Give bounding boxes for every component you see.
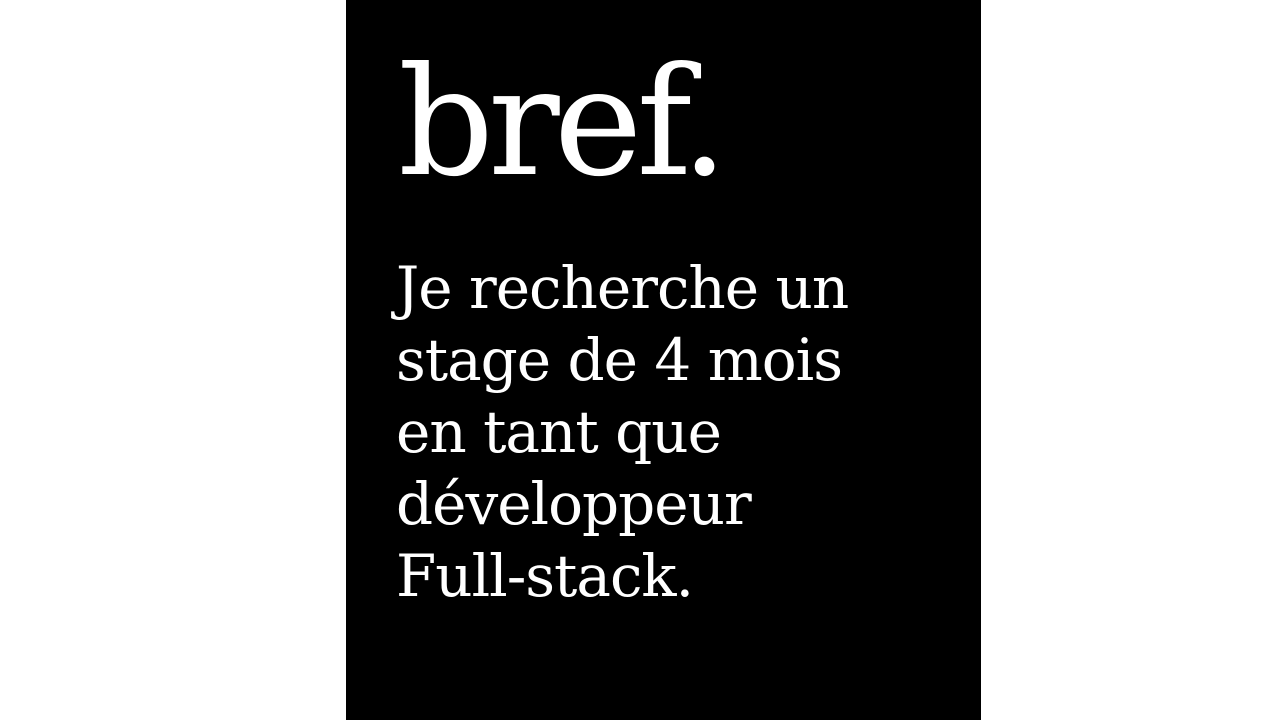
message-line: en tant que <box>396 398 722 466</box>
page: bref. Je recherche un stage de 4 mois en… <box>0 0 1280 720</box>
card-title: bref. <box>398 36 728 210</box>
message-line: Je recherche un <box>396 254 849 322</box>
message-line: stage de 4 mois <box>396 326 843 394</box>
message-line: Full-stack. <box>396 542 694 610</box>
black-card: bref. Je recherche un stage de 4 mois en… <box>346 0 981 720</box>
card-message: Je recherche un stage de 4 mois en tant … <box>396 252 956 612</box>
message-line: développeur <box>396 470 752 538</box>
